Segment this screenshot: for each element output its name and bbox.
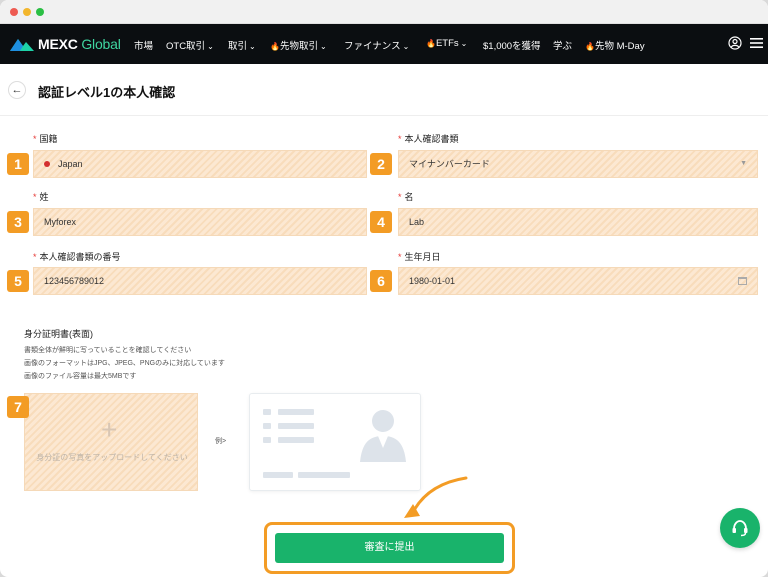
maximize-window-icon[interactable] <box>36 8 44 16</box>
chevron-down-icon: ⌄ <box>319 42 327 51</box>
id-example-image <box>249 393 421 491</box>
last-name-label-text: 姓 <box>39 192 49 202</box>
birthdate-label: * 生年月日 <box>398 250 441 263</box>
headset-icon <box>732 520 748 537</box>
nationality-label-text: 国籍 <box>39 134 58 144</box>
example-bar <box>263 423 271 429</box>
page-header: ← 認証レベル1の本人確認 <box>0 64 768 116</box>
minimize-window-icon[interactable] <box>23 8 31 16</box>
birthdate-input[interactable]: 1980-01-01 <box>398 267 758 295</box>
top-nav: MEXC Global 市場 OTC取引 ⌄ 取引 ⌄ 🔥先物取引 ⌄ ファイナンス ⌄… <box>0 24 768 64</box>
annotation-badge-4: 4 <box>370 211 392 233</box>
close-window-icon[interactable] <box>10 8 18 16</box>
chevron-down-icon: ⌄ <box>207 42 214 51</box>
chevron-down-icon: ⌄ <box>460 39 468 48</box>
example-bar <box>278 423 314 429</box>
id-type-select[interactable]: マイナンバーカード ▼ <box>398 150 758 178</box>
birthdate-value: 1980-01-01 <box>409 276 456 286</box>
id-front-title: 身分証明書(表面) <box>24 329 93 339</box>
chevron-down-icon: ⌄ <box>249 42 256 51</box>
id-type-value: マイナンバーカード <box>409 159 490 169</box>
user-account-icon[interactable] <box>728 36 742 50</box>
required-mark: * <box>398 134 402 144</box>
required-mark: * <box>33 252 37 262</box>
upload-note: 書類全体が鮮明に写っていることを確認してください <box>24 347 192 354</box>
id-number-label-text: 本人確認書類の番号 <box>39 252 121 262</box>
required-mark: * <box>398 252 402 262</box>
chevron-down-icon: ⌄ <box>402 42 410 51</box>
first-name-label: * 名 <box>398 190 414 203</box>
nav-learn[interactable]: 学ぶ <box>553 38 572 52</box>
annotation-badge-3: 3 <box>7 211 29 233</box>
browser-window: MEXC Global 市場 OTC取引 ⌄ 取引 ⌄ 🔥先物取引 ⌄ ファイナンス ⌄… <box>0 0 768 577</box>
nav-trade[interactable]: 取引 ⌄ <box>228 38 256 52</box>
dropdown-caret-icon: ▼ <box>740 160 747 167</box>
plus-icon: + <box>101 414 118 445</box>
birthdate-label-text: 生年月日 <box>404 252 441 262</box>
first-name-label-text: 名 <box>404 192 414 202</box>
example-label: 例> <box>215 438 227 445</box>
fire-icon: 🔥 <box>426 39 436 48</box>
nav-mday[interactable]: 🔥先物 M-Day <box>585 38 645 52</box>
fire-icon: 🔥 <box>270 42 280 51</box>
annotation-badge-7: 7 <box>7 396 29 418</box>
example-bar <box>278 409 314 415</box>
nav-mday-label: 先物 M-Day <box>594 41 645 52</box>
last-name-label: * 姓 <box>33 190 49 203</box>
nav-etfs-label: ETFs <box>435 38 459 49</box>
annotation-badge-2: 2 <box>370 153 392 175</box>
calendar-icon[interactable] <box>738 277 747 285</box>
mexc-logo[interactable]: MEXC Global <box>10 35 121 53</box>
nav-otc-label: OTC取引 <box>166 41 206 52</box>
submit-button[interactable]: 審査に提出 <box>275 533 504 563</box>
example-bar <box>263 437 271 443</box>
nationality-label: * 国籍 <box>33 132 58 145</box>
nationality-value: Japan <box>58 159 83 169</box>
hamburger-menu-icon[interactable] <box>750 36 763 50</box>
back-arrow-icon[interactable]: ← <box>8 81 26 99</box>
example-bar <box>298 472 350 478</box>
annotation-badge-5: 5 <box>7 270 29 292</box>
nav-etfs[interactable]: 🔥ETFs ⌄ <box>426 38 467 49</box>
nav-trade-label: 取引 <box>228 41 248 52</box>
nav-reward[interactable]: $1,000を獲得 <box>483 38 541 52</box>
page-title: 認証レベル1の本人確認 <box>38 85 176 100</box>
support-chat-button[interactable] <box>720 508 760 548</box>
nav-market[interactable]: 市場 <box>134 38 153 52</box>
example-bar <box>263 409 271 415</box>
annotation-arrow-icon <box>404 476 468 518</box>
submit-highlight: 審査に提出 <box>264 522 515 574</box>
nav-otc[interactable]: OTC取引 ⌄ <box>166 38 214 52</box>
fire-icon: 🔥 <box>585 42 595 51</box>
nav-finance-label: ファイナンス <box>344 41 401 52</box>
nav-futures[interactable]: 🔥先物取引 ⌄ <box>270 38 327 52</box>
person-silhouette-icon <box>360 410 406 462</box>
first-name-input[interactable]: Lab <box>398 208 758 236</box>
id-number-label: * 本人確認書類の番号 <box>33 250 121 263</box>
example-bar <box>263 472 293 478</box>
annotation-badge-6: 6 <box>370 270 392 292</box>
required-mark: * <box>33 134 37 144</box>
example-bar <box>278 437 314 443</box>
id-number-input[interactable]: 123456789012 <box>33 267 367 295</box>
last-name-input[interactable]: Myforex <box>33 208 367 236</box>
mexc-mountain-icon <box>10 39 34 51</box>
upload-note: 画像のフォーマットはJPG、JPEG、PNGのみに対応しています <box>24 360 225 367</box>
logo-main: MEXC <box>38 36 78 52</box>
id-type-label: * 本人確認書類 <box>398 132 459 145</box>
nav-futures-label: 先物取引 <box>279 41 318 52</box>
japan-flag-icon <box>44 160 50 167</box>
nav-finance[interactable]: ファイナンス ⌄ <box>344 38 409 52</box>
annotation-badge-1: 1 <box>7 153 29 175</box>
required-mark: * <box>33 192 37 202</box>
upload-placeholder: 身分証の写真をアップロードしてください <box>36 453 188 462</box>
nationality-select[interactable]: Japan <box>33 150 367 178</box>
id-upload-dropzone[interactable]: + 身分証の写真をアップロードしてください <box>24 393 198 491</box>
upload-note: 画像のファイル容量は最大5MBです <box>24 373 137 380</box>
id-type-label-text: 本人確認書類 <box>404 134 459 144</box>
title-bar <box>0 0 768 24</box>
required-mark: * <box>398 192 402 202</box>
logo-sub: Global <box>81 36 121 52</box>
